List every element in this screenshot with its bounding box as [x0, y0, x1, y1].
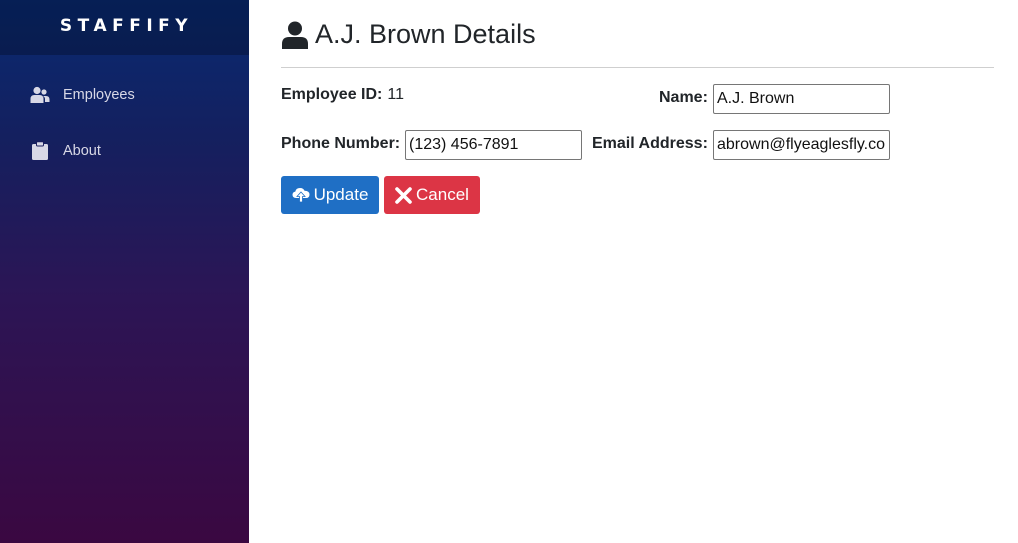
clipboard-icon — [30, 141, 50, 161]
users-icon — [30, 85, 50, 105]
name-label: Name: — [659, 89, 708, 106]
phone-label: Phone Number: — [281, 135, 401, 152]
cancel-button-label: Cancel — [416, 185, 469, 204]
user-icon — [281, 21, 309, 49]
email-field[interactable] — [713, 130, 890, 160]
name-label-row: Name: — [659, 89, 708, 107]
page-title: A.J. Brown Details — [315, 19, 536, 49]
sidebar-nav: Employees About — [0, 55, 249, 163]
update-button-label: Update — [313, 185, 369, 204]
sidebar-item-label: Employees — [63, 87, 135, 103]
cloud-upload-icon — [292, 187, 310, 203]
sidebar-item-label: About — [63, 143, 101, 159]
employee-id-row: Employee ID: 11 — [281, 86, 404, 104]
employee-id-label: Employee ID: — [281, 86, 383, 103]
email-label: Email Address: — [592, 135, 708, 152]
update-button[interactable]: Update — [281, 176, 379, 214]
phone-field[interactable] — [405, 130, 582, 160]
name-field[interactable] — [713, 84, 890, 114]
sidebar-item-employees[interactable]: Employees — [0, 83, 249, 107]
sidebar-item-about[interactable]: About — [0, 139, 249, 163]
cancel-button[interactable]: Cancel — [384, 176, 480, 214]
brand-bar: STAFFIFY — [0, 0, 249, 55]
sidebar: STAFFIFY Employees About — [0, 0, 249, 543]
email-label-row: Email Address: — [592, 135, 708, 153]
brand-logo-text[interactable]: STAFFIFY — [56, 16, 193, 36]
phone-label-row: Phone Number: — [281, 135, 400, 153]
main-content: A.J. Brown Details — [281, 0, 994, 68]
x-icon — [395, 186, 412, 204]
page-header: A.J. Brown Details — [281, 0, 994, 68]
employee-id-value: 11 — [387, 86, 404, 103]
